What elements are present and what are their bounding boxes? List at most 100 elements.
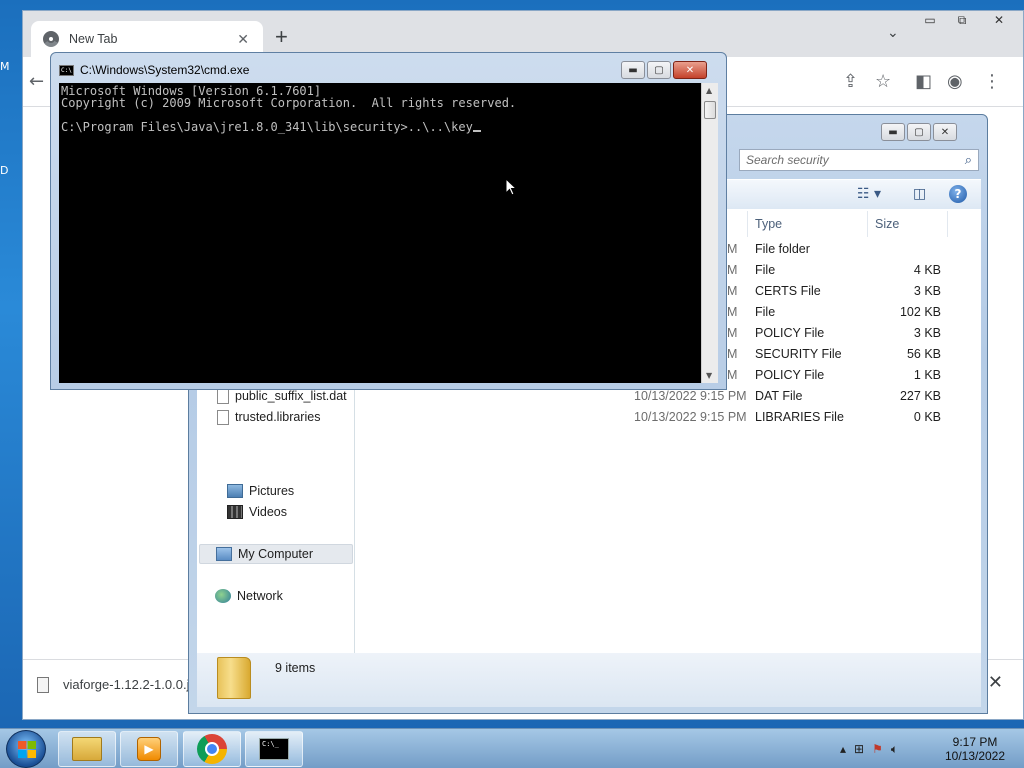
system-tray: ▴ ⊞ ⚑ 🔈︎ bbox=[840, 729, 898, 768]
share-icon[interactable]: ⇪ bbox=[843, 71, 858, 92]
nav-item-pictures[interactable]: Pictures bbox=[227, 481, 294, 501]
file-size: 4 KB bbox=[913, 263, 941, 277]
file-type: File bbox=[755, 305, 776, 319]
side-panel-icon[interactable]: ◧ bbox=[915, 71, 932, 92]
file-size: 1 KB bbox=[913, 368, 941, 382]
nav-label: My Computer bbox=[238, 547, 314, 561]
file-icon bbox=[217, 389, 229, 404]
cmd-icon: C:\ bbox=[59, 64, 74, 76]
scroll-down-arrow-icon[interactable]: ▼ bbox=[706, 371, 712, 380]
column-header-type[interactable]: Type bbox=[755, 217, 782, 231]
file-type: LIBRARIES File bbox=[755, 410, 844, 424]
minimize-button[interactable]: ▬ bbox=[621, 61, 645, 79]
close-button[interactable]: ✕ bbox=[673, 61, 707, 79]
tab-close-icon[interactable]: ✕ bbox=[237, 31, 249, 48]
item-count: 9 items bbox=[275, 661, 316, 675]
cmd-window: C:\ C:\Windows\System32\cmd.exe ▬ ▢ ✕ Mi… bbox=[50, 52, 727, 390]
views-icon[interactable]: ☷ ▾ bbox=[857, 186, 881, 202]
details-pane: 9 items bbox=[197, 653, 981, 707]
file-date-fragment: M bbox=[727, 284, 738, 298]
file-date-fragment: M bbox=[727, 305, 738, 319]
file-date: 10/13/2022 9:15 PM bbox=[634, 410, 747, 424]
cmd-icon: C:\_ bbox=[259, 738, 289, 760]
new-tab-button[interactable]: + bbox=[275, 24, 288, 50]
help-icon[interactable]: ? bbox=[949, 185, 967, 203]
taskbar-clock[interactable]: 9:17 PM 10/13/2022 bbox=[940, 735, 1010, 763]
cmd-window-controls: ▬ ▢ ✕ bbox=[621, 61, 707, 79]
file-type: DAT File bbox=[755, 389, 803, 403]
cmd-titlebar[interactable]: C:\ C:\Windows\System32\cmd.exe bbox=[59, 61, 249, 79]
cmd-title: C:\Windows\System32\cmd.exe bbox=[80, 63, 250, 77]
explorer-icon bbox=[72, 737, 102, 761]
preview-pane-icon[interactable]: ◫ bbox=[913, 186, 926, 202]
windows-logo-icon bbox=[18, 741, 36, 758]
search-icon[interactable]: ⌕ bbox=[965, 152, 972, 168]
tab-search-chevron-icon[interactable]: ⌄ bbox=[887, 25, 899, 41]
clock-time: 9:17 PM bbox=[952, 735, 998, 749]
text-cursor bbox=[472, 130, 481, 132]
search-input[interactable]: Search security ⌕ bbox=[739, 149, 979, 171]
file-date-fragment: M bbox=[727, 263, 738, 277]
file-size: 3 KB bbox=[913, 284, 941, 298]
download-bar-close-icon[interactable]: ✕ bbox=[988, 672, 1003, 693]
file-type: SECURITY File bbox=[755, 347, 842, 361]
vertical-scrollbar[interactable]: ▲ ▼ bbox=[701, 83, 718, 383]
desktop-icon-fragment[interactable]: D bbox=[0, 164, 8, 177]
folder-icon bbox=[217, 657, 251, 699]
network-tray-icon[interactable]: ⊞ bbox=[854, 742, 864, 756]
computer-icon bbox=[216, 547, 232, 561]
file-type: POLICY File bbox=[755, 326, 825, 340]
maximize-button[interactable]: ⧉ bbox=[947, 11, 977, 29]
file-size: 56 KB bbox=[906, 347, 941, 361]
videos-icon bbox=[227, 505, 243, 519]
show-hidden-icons-icon[interactable]: ▴ bbox=[840, 742, 846, 756]
mouse-pointer-icon bbox=[505, 178, 517, 196]
taskbar-chrome-button[interactable] bbox=[183, 731, 241, 767]
file-date-fragment: M bbox=[727, 242, 738, 256]
file-date-fragment: M bbox=[727, 347, 738, 361]
scroll-thumb[interactable] bbox=[704, 101, 716, 119]
back-arrow-icon[interactable]: ← bbox=[29, 71, 44, 92]
chrome-tabstrip: New Tab ✕ + ⌄ ▭ ⧉ ✕ bbox=[23, 11, 1023, 57]
taskbar-explorer-button[interactable] bbox=[58, 731, 116, 767]
maximize-button[interactable]: ▢ bbox=[647, 61, 671, 79]
nav-item-network[interactable]: Network bbox=[215, 586, 283, 606]
console-line: Copyright (c) 2009 Microsoft Corporation… bbox=[61, 96, 517, 110]
column-separator[interactable] bbox=[747, 211, 748, 237]
volume-icon[interactable]: 🔈︎ bbox=[891, 742, 898, 757]
close-button[interactable]: ✕ bbox=[933, 123, 957, 141]
minimize-button[interactable]: ▬ bbox=[881, 123, 905, 141]
column-separator[interactable] bbox=[947, 211, 948, 237]
file-name: public_suffix_list.dat bbox=[235, 389, 347, 403]
profile-avatar-icon[interactable]: ◉ bbox=[947, 71, 963, 92]
nav-item-videos[interactable]: Videos bbox=[227, 502, 287, 522]
network-icon bbox=[215, 589, 231, 603]
action-center-flag-icon[interactable]: ⚑ bbox=[872, 742, 883, 756]
file-date-fragment: M bbox=[727, 326, 738, 340]
chrome-menu-icon[interactable]: ⋮ bbox=[983, 71, 1001, 92]
console-prompt-line: C:\Program Files\Java\jre1.8.0_341\lib\s… bbox=[61, 121, 699, 133]
nav-item-my-computer[interactable]: My Computer bbox=[199, 544, 353, 564]
console-output[interactable]: Microsoft Windows [Version 6.1.7601] Copy… bbox=[59, 83, 701, 383]
file-type: File folder bbox=[755, 242, 810, 256]
bookmark-star-icon[interactable]: ☆ bbox=[875, 71, 891, 92]
search-placeholder: Search security bbox=[746, 153, 829, 167]
taskbar-media-player-button[interactable]: ▶ bbox=[120, 731, 178, 767]
maximize-button[interactable]: ▢ bbox=[907, 123, 931, 141]
close-button[interactable]: ✕ bbox=[979, 11, 1019, 29]
download-file-name[interactable]: viaforge-1.12.2-1.0.0.j... bbox=[63, 677, 200, 692]
taskbar: ▶ C:\_ ▴ ⊞ ⚑ 🔈︎ 9:17 PM 10/13/2022 bbox=[0, 728, 1024, 768]
file-date: 10/13/2022 9:15 PM bbox=[634, 389, 747, 403]
taskbar-cmd-button[interactable]: C:\_ bbox=[245, 731, 303, 767]
scroll-up-arrow-icon[interactable]: ▲ bbox=[706, 86, 712, 95]
start-button[interactable] bbox=[6, 730, 46, 768]
file-row[interactable]: trusted.libraries 10/13/2022 9:15 PM LIBRA… bbox=[197, 407, 981, 428]
column-header-size[interactable]: Size bbox=[875, 217, 899, 231]
file-date-fragment: M bbox=[727, 368, 738, 382]
column-separator[interactable] bbox=[867, 211, 868, 237]
desktop-icon-fragment[interactable]: M bbox=[0, 60, 10, 73]
minimize-button[interactable]: ▭ bbox=[915, 11, 945, 29]
chrome-window-controls: ▭ ⧉ ✕ bbox=[915, 11, 1019, 29]
file-type: CERTS File bbox=[755, 284, 821, 298]
nav-label: Pictures bbox=[249, 484, 295, 498]
